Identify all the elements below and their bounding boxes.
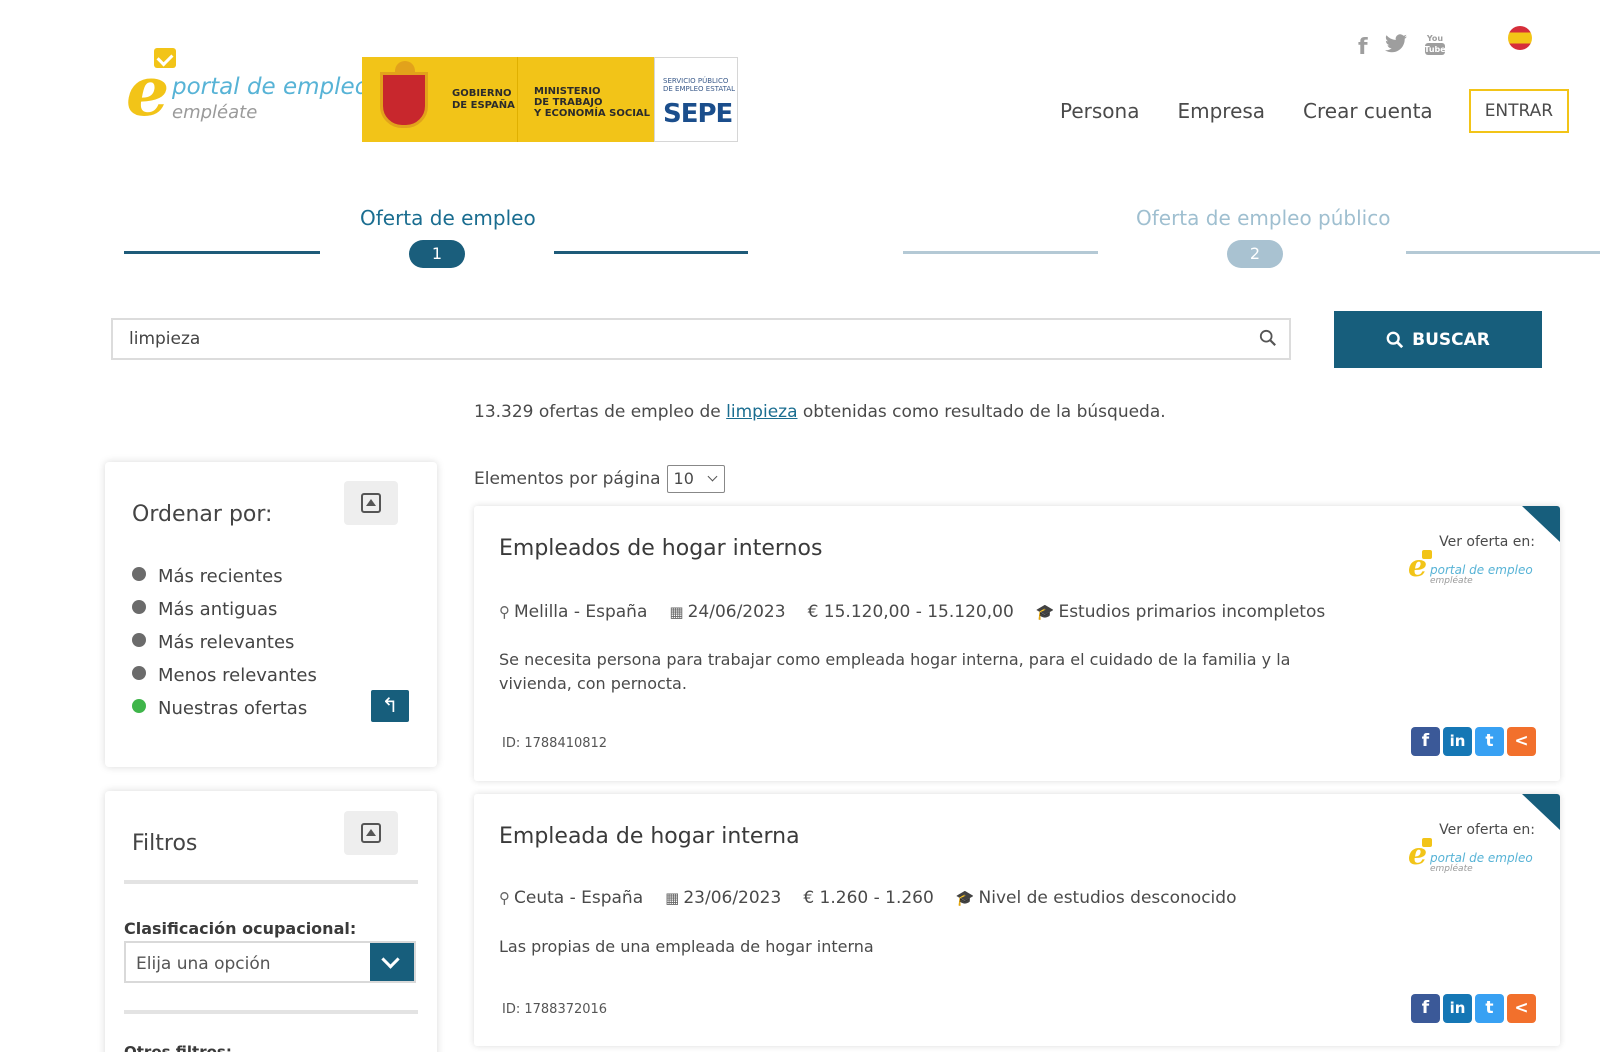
- main-nav: Persona Empresa Crear cuenta ENTRAR: [1060, 89, 1570, 133]
- linkedin-share-icon[interactable]: in: [1443, 727, 1472, 756]
- offer-meta: ⚲ Melilla - España ▦ 24/06/2023 € 15.120,0…: [499, 602, 1326, 622]
- facebook-icon[interactable]: f: [1358, 35, 1368, 60]
- nav-persona[interactable]: Persona: [1060, 99, 1139, 123]
- source-logo[interactable]: e portal de empleo empléate: [1408, 550, 1533, 592]
- search-icon: [1386, 331, 1404, 348]
- calendar-icon: ▦: [665, 889, 680, 907]
- sepe-logo: SERVICIO PÚBLICO DE EMPLEO ESTATAL SEPE: [654, 57, 738, 142]
- step-line: [124, 251, 320, 254]
- search-button[interactable]: BUSCAR: [1334, 311, 1542, 368]
- svg-text:You: You: [1425, 34, 1443, 43]
- search-button-label: BUSCAR: [1412, 329, 1490, 350]
- step-badge-2[interactable]: 2: [1227, 240, 1283, 268]
- sort-option-relevant[interactable]: Más relevantes: [132, 626, 317, 659]
- sort-option-oldest[interactable]: Más antiguas: [132, 593, 317, 626]
- calendar-icon: ▦: [669, 603, 684, 621]
- results-summary: 13.329 ofertas de empleo de limpieza obt…: [474, 402, 1166, 422]
- logo-e-mark: e: [126, 52, 170, 132]
- twitter-share-icon[interactable]: t: [1475, 727, 1504, 756]
- graduation-cap-icon: 🎓: [1035, 603, 1055, 621]
- sort-option-less-relevant[interactable]: Menos relevantes: [132, 659, 317, 692]
- filter-title: Filtros: [132, 831, 198, 856]
- radio-icon: [132, 665, 146, 680]
- government-logo: GOBIERNO DE ESPAÑA MINISTERIO DE TRABAJO Y …: [362, 57, 738, 142]
- tab-oferta-empleo-publico[interactable]: Oferta de empleo público: [1136, 206, 1390, 230]
- source-label: Ver oferta en:: [1439, 534, 1535, 550]
- reset-sort-button[interactable]: ↰: [371, 690, 409, 722]
- social-links: f You Tube: [1358, 32, 1446, 62]
- facebook-share-icon[interactable]: f: [1411, 994, 1440, 1023]
- source-logo[interactable]: e portal de empleo empléate: [1408, 838, 1533, 880]
- step-line: [1406, 251, 1600, 254]
- graduation-cap-icon: 🎓: [955, 889, 975, 907]
- radio-icon: [132, 566, 146, 581]
- per-page-select[interactable]: 10: [666, 465, 725, 493]
- offer-id: ID: 1788372016: [502, 1002, 608, 1017]
- filter-panel: Filtros Clasificación ocupacional: Elija…: [105, 791, 437, 1052]
- facebook-share-icon[interactable]: f: [1411, 727, 1440, 756]
- undo-arrow-icon: ↰: [381, 693, 399, 717]
- collapse-sort-button[interactable]: [344, 481, 398, 525]
- share-icon[interactable]: <: [1507, 727, 1536, 756]
- offer-description: Se necesita persona para trabajar como e…: [499, 650, 1291, 693]
- offer-card[interactable]: Empleados de hogar internos Ver oferta e…: [474, 506, 1560, 781]
- divider: [124, 880, 418, 884]
- spain-flag-icon[interactable]: [1508, 26, 1532, 50]
- search-icon[interactable]: [1259, 329, 1277, 347]
- nav-crear-cuenta[interactable]: Crear cuenta: [1303, 99, 1433, 123]
- sort-option-recent[interactable]: Más recientes: [132, 560, 317, 593]
- share-buttons: f in t <: [1411, 727, 1536, 756]
- per-page-label: Elementos por página: [474, 469, 661, 489]
- radio-icon: [132, 632, 146, 647]
- login-button[interactable]: ENTRAR: [1468, 89, 1570, 133]
- svg-text:Tube: Tube: [1424, 45, 1446, 54]
- portal-empleo-logo[interactable]: e portal de empleo empléate: [126, 48, 369, 132]
- radio-icon: [132, 599, 146, 614]
- source-label: Ver oferta en:: [1439, 822, 1535, 838]
- youtube-icon[interactable]: You Tube: [1424, 32, 1446, 62]
- map-pin-icon: ⚲: [499, 889, 510, 907]
- sort-title: Ordenar por:: [132, 502, 273, 527]
- twitter-icon[interactable]: [1384, 34, 1408, 60]
- gobierno-text: GOBIERNO DE ESPAÑA: [446, 57, 518, 142]
- offer-title[interactable]: Empleados de hogar internos: [499, 536, 822, 561]
- other-filters-label: Otros filtros:: [124, 1043, 232, 1052]
- collapse-filter-button[interactable]: [344, 811, 398, 855]
- collapse-icon: [361, 493, 381, 513]
- coat-of-arms-icon: [362, 57, 446, 142]
- step-line: [903, 251, 1098, 254]
- logo-text: portal de empleo: [172, 74, 369, 100]
- offer-card[interactable]: Empleada de hogar interna Ver oferta en:…: [474, 794, 1560, 1046]
- occupation-label: Clasificación ocupacional:: [124, 919, 357, 938]
- search-input[interactable]: [113, 320, 1289, 358]
- logo-subtext: empléate: [172, 102, 258, 123]
- linkedin-share-icon[interactable]: in: [1443, 994, 1472, 1023]
- search-term-link[interactable]: limpieza: [726, 402, 797, 422]
- map-pin-icon: ⚲: [499, 603, 510, 621]
- chevron-down-icon: [370, 943, 414, 981]
- occupation-select[interactable]: Elija una opción: [124, 941, 416, 983]
- step-line: [554, 251, 748, 254]
- sort-panel: Ordenar por: Más recientes Más antiguas …: [105, 462, 437, 767]
- offer-description: Las propias de una empleada de hogar int…: [499, 937, 874, 956]
- step-badge-1[interactable]: 1: [409, 240, 465, 268]
- collapse-icon: [361, 823, 381, 843]
- sort-option-our-offers[interactable]: Nuestras ofertas: [132, 692, 317, 725]
- search-box: [111, 318, 1291, 360]
- offer-id: ID: 1788410812: [502, 736, 608, 751]
- offer-title[interactable]: Empleada de hogar interna: [499, 824, 800, 849]
- share-buttons: f in t <: [1411, 994, 1536, 1023]
- twitter-share-icon[interactable]: t: [1475, 994, 1504, 1023]
- nav-empresa[interactable]: Empresa: [1177, 99, 1265, 123]
- ministerio-text: MINISTERIO DE TRABAJO Y ECONOMÍA SOCIAL: [518, 57, 654, 142]
- per-page-control: Elementos por página 10: [474, 465, 725, 493]
- divider: [124, 1010, 418, 1014]
- offer-meta: ⚲ Ceuta - España ▦ 23/06/2023 € 1.260 - 1.…: [499, 888, 1237, 908]
- tab-oferta-empleo[interactable]: Oferta de empleo: [360, 206, 536, 230]
- share-icon[interactable]: <: [1507, 994, 1536, 1023]
- radio-selected-icon: [132, 698, 146, 713]
